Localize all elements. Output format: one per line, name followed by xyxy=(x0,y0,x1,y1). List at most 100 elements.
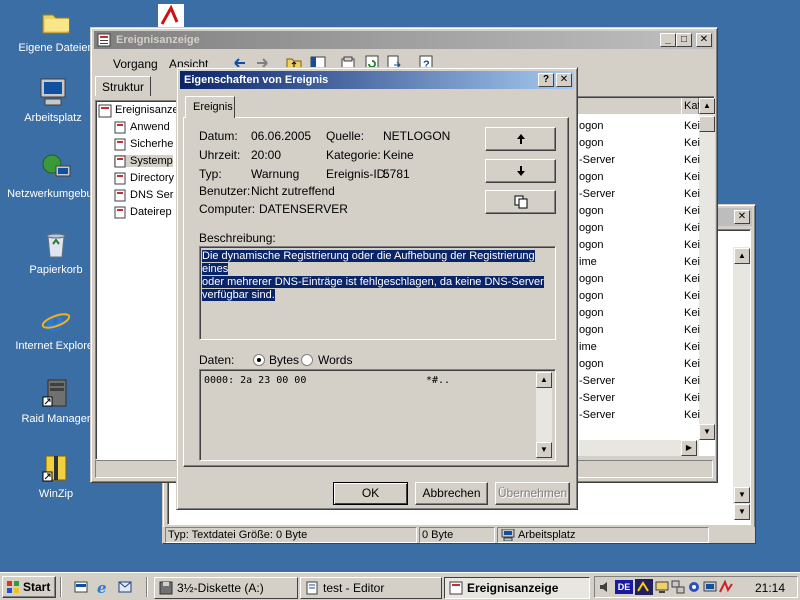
event-row-source[interactable]: -Server xyxy=(579,188,615,200)
desktop-icon-arbeitsplatz[interactable]: Arbeitsplatz xyxy=(3,76,103,124)
data-textbox[interactable]: 0000: 2a 23 00 00 *#.. ▲ ▼ xyxy=(199,369,556,461)
event-row-source[interactable]: ogon xyxy=(579,222,603,234)
event-row-source[interactable]: ogon xyxy=(579,205,603,217)
close-icon[interactable]: ✕ xyxy=(734,210,750,224)
event-row-source[interactable]: ogon xyxy=(579,171,603,183)
scroll-down-icon[interactable]: ▼ xyxy=(536,442,552,458)
back-scrollbar[interactable] xyxy=(733,247,750,504)
ok-button[interactable]: OK xyxy=(333,482,408,505)
event-row-category[interactable]: Kei xyxy=(684,188,700,200)
tree-item-directory[interactable]: Directory xyxy=(114,172,174,185)
network-tray-icon[interactable] xyxy=(671,580,685,594)
event-row-source[interactable]: -Server xyxy=(579,392,615,404)
event-row-source[interactable]: ime xyxy=(579,341,597,353)
event-row-category[interactable]: Kei xyxy=(684,239,700,251)
event-row-category[interactable]: Kei xyxy=(684,137,700,149)
scroll-down-icon[interactable]: ▼ xyxy=(699,424,715,440)
monitor-tray-icon[interactable] xyxy=(655,580,669,594)
event-row-source[interactable]: ogon xyxy=(579,290,603,302)
event-row-source[interactable]: ime xyxy=(579,256,597,268)
start-button[interactable]: Start xyxy=(2,576,56,598)
event-row-category[interactable]: Kei xyxy=(684,290,700,302)
speaker-icon[interactable] xyxy=(599,580,611,594)
computer-small-icon xyxy=(501,528,515,542)
scroll-down-icon-2[interactable]: ▼ xyxy=(734,504,750,520)
minimize-icon[interactable]: _ xyxy=(660,33,676,47)
next-event-button[interactable] xyxy=(485,159,556,183)
scroll-thumb[interactable] xyxy=(699,116,715,132)
apply-button[interactable]: Übernehmen xyxy=(495,482,570,505)
radio-words[interactable] xyxy=(301,354,313,366)
event-row-source[interactable]: ogon xyxy=(579,358,603,370)
scroll-right-icon[interactable]: ▶ xyxy=(681,440,697,456)
event-row-source[interactable]: ogon xyxy=(579,137,603,149)
event-row-category[interactable]: Kei xyxy=(684,409,700,421)
tab-ereignis[interactable]: Ereignis xyxy=(185,96,235,118)
event-row-source[interactable]: -Server xyxy=(579,409,615,421)
event-row-source[interactable]: ogon xyxy=(579,120,603,132)
event-row-category[interactable]: Kei xyxy=(684,324,700,336)
tree-item-dns[interactable]: DNS Ser xyxy=(114,189,173,202)
scroll-down-icon[interactable]: ▼ xyxy=(734,487,750,503)
event-row-source[interactable]: ogon xyxy=(579,273,603,285)
menu-vorgang[interactable]: Vorgang xyxy=(113,57,158,71)
event-row-category[interactable]: Kei xyxy=(684,273,700,285)
help-button[interactable]: ? xyxy=(538,73,554,87)
event-row-source[interactable]: -Server xyxy=(579,154,615,166)
event-row-category[interactable]: Kei xyxy=(684,205,700,217)
status-bar: Typ: Textdatei Größe: 0 Byte 0 Byte Arbe… xyxy=(163,527,755,543)
close-icon[interactable]: ✕ xyxy=(696,33,712,47)
display-tray-icon[interactable] xyxy=(703,580,717,594)
list-scrollbar[interactable] xyxy=(699,114,715,424)
tree-item-anwendung[interactable]: Anwend xyxy=(114,121,170,134)
antivirus-tray-icon[interactable] xyxy=(719,579,733,594)
acrobat-icon[interactable] xyxy=(158,4,184,28)
task-ereignisanzeige[interactable]: Ereignisanzeige xyxy=(444,577,590,599)
event-row-category[interactable]: Kei xyxy=(684,307,700,319)
xear3d-icon[interactable] xyxy=(635,579,653,595)
event-row-source[interactable]: ogon xyxy=(579,307,603,319)
event-row-category[interactable]: Kei xyxy=(684,375,700,387)
radio-bytes[interactable] xyxy=(253,354,265,366)
tab-struktur[interactable]: Struktur xyxy=(95,76,151,96)
ie-icon: e xyxy=(40,304,72,338)
event-properties-dialog[interactable]: Eigenschaften von Ereignis ? ✕ Ereignis … xyxy=(176,67,578,510)
event-row-category[interactable]: Kei xyxy=(684,358,700,370)
event-row-category[interactable]: Kei xyxy=(684,154,700,166)
event-row-category[interactable]: Kei xyxy=(684,392,700,404)
svg-text:e: e xyxy=(46,305,64,336)
event-row-category[interactable]: Kei xyxy=(684,341,700,353)
event-row-source[interactable]: -Server xyxy=(579,375,615,387)
ie-quicklaunch-icon[interactable]: e xyxy=(94,578,112,597)
description-textbox[interactable]: Die dynamische Registrierung oder die Au… xyxy=(199,246,556,340)
column-header-kategorie[interactable]: Kat xyxy=(681,98,701,114)
main-window-titlebar[interactable]: Ereignisanzeige _ □ ✕ xyxy=(94,31,714,49)
event-row-category[interactable]: Kei xyxy=(684,120,700,132)
close-button[interactable]: ✕ xyxy=(556,73,572,87)
tree-item-sicherheit[interactable]: Sicherhe xyxy=(114,138,173,151)
maximize-icon[interactable]: □ xyxy=(676,33,692,47)
cancel-button[interactable]: Abbrechen xyxy=(415,482,488,505)
gear-tray-icon[interactable] xyxy=(687,580,701,594)
event-row-category[interactable]: Kei xyxy=(684,171,700,183)
label-typ: Typ: xyxy=(199,167,222,181)
task-editor[interactable]: test - Editor xyxy=(300,577,442,599)
scroll-up-icon[interactable]: ▲ xyxy=(536,372,552,388)
copy-button[interactable] xyxy=(485,190,556,214)
scroll-up-icon[interactable]: ▲ xyxy=(699,98,715,114)
tree-item-system[interactable]: Systemp xyxy=(114,155,173,168)
dialog-titlebar[interactable]: Eigenschaften von Ereignis ? ✕ xyxy=(180,71,574,89)
task-diskette[interactable]: 3½-Diskette (A:) xyxy=(154,577,298,599)
event-row-category[interactable]: Kei xyxy=(684,222,700,234)
event-row-source[interactable]: ogon xyxy=(579,324,603,336)
scroll-up-icon[interactable]: ▲ xyxy=(734,248,750,264)
tree-pane[interactable]: Ereignisanzeige Anwend Sicherhe Systemp … xyxy=(95,100,193,460)
recycle-bin-icon xyxy=(40,228,72,260)
show-desktop-icon[interactable] xyxy=(72,578,90,596)
language-indicator[interactable]: DE xyxy=(615,580,633,594)
tree-item-dateireplikation[interactable]: Dateirep xyxy=(114,206,172,219)
event-row-category[interactable]: Kei xyxy=(684,256,700,268)
outlook-icon[interactable] xyxy=(116,578,134,596)
event-row-source[interactable]: ogon xyxy=(579,239,603,251)
previous-event-button[interactable] xyxy=(485,127,556,151)
